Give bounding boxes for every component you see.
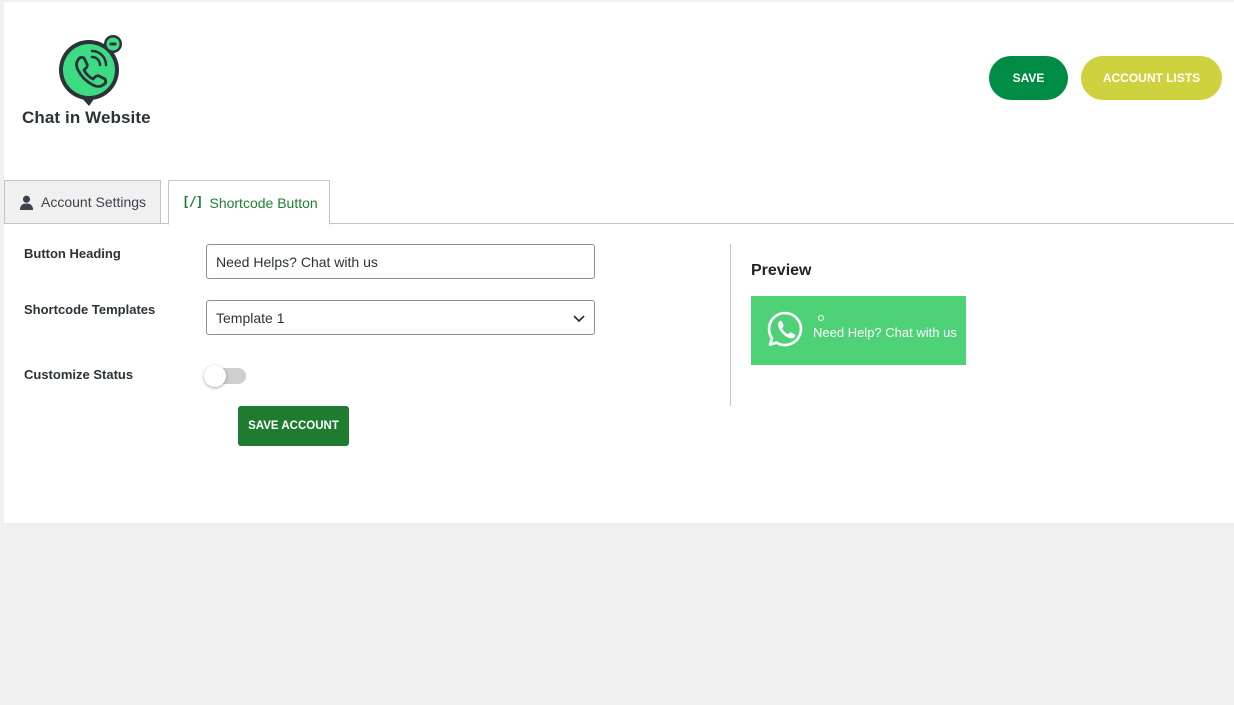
shortcode-templates-label: Shortcode Templates [24,302,156,317]
shortcode-templates-selected: Template 1 [216,309,285,326]
brand-logo: Chat in Website [22,34,172,134]
account-lists-button[interactable]: ACCOUNT LISTS [1081,56,1222,100]
status-dot-icon [818,315,824,321]
brand-name: Chat in Website [22,108,151,127]
customize-status-toggle[interactable] [204,365,246,387]
user-icon [19,195,34,210]
customize-status-label: Customize Status [24,367,134,382]
whatsapp-phone-logo-icon [59,35,122,106]
whatsapp-icon [766,310,804,353]
column-divider [730,244,731,406]
chevron-down-icon [572,311,586,328]
tab-account-settings-label: Account Settings [41,194,147,210]
save-account-button[interactable]: SAVE ACCOUNT [238,406,349,446]
settings-panel: Chat in Website SAVE ACCOUNT LISTS Accou… [4,2,1234,523]
preview-chat-button[interactable]: Need Help? Chat with us [751,296,966,365]
toggle-knob [204,365,226,387]
tab-account-settings[interactable]: Account Settings [4,180,161,224]
preview-title: Preview [751,262,812,279]
button-heading-input[interactable] [206,244,595,279]
shortcode-icon: [/] [182,195,204,210]
settings-tabs: Account Settings [/] Shortcode Button [4,180,1234,225]
button-heading-label: Button Heading [24,246,121,261]
tab-shortcode-button-label: Shortcode Button [209,194,318,211]
save-button[interactable]: SAVE [989,56,1068,100]
preview-button-text: Need Help? Chat with us [813,325,957,340]
tab-shortcode-button[interactable]: [/] Shortcode Button [168,180,330,225]
shortcode-templates-select[interactable]: Template 1 [206,300,595,335]
